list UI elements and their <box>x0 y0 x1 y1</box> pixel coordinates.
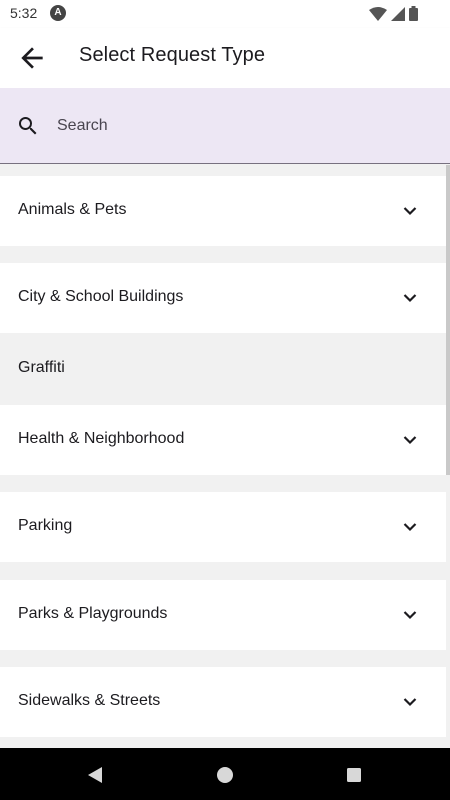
chevron-down-icon[interactable] <box>402 607 418 623</box>
category-list[interactable]: Animals & Pets City & School Buildings G… <box>0 165 450 748</box>
status-icons <box>369 6 418 21</box>
chevron-down-icon[interactable] <box>402 432 418 448</box>
category-item-animals-pets[interactable]: Animals & Pets <box>0 176 446 246</box>
search-input[interactable] <box>57 114 427 138</box>
category-item-parking[interactable]: Parking <box>0 492 446 562</box>
category-item-health-neighborhood[interactable]: Health & Neighborhood <box>0 405 446 475</box>
search-bar <box>0 88 450 164</box>
app-notification-icon: A <box>50 5 66 21</box>
recents-square-icon[interactable] <box>343 764 365 786</box>
category-label: Health & Neighborhood <box>18 430 185 447</box>
category-label: Parks & Playgrounds <box>18 605 168 622</box>
scrollbar[interactable] <box>446 165 450 475</box>
category-label: City & School Buildings <box>18 288 184 305</box>
category-item-city-school-buildings[interactable]: City & School Buildings <box>0 263 446 333</box>
battery-icon <box>409 6 418 21</box>
back-triangle-icon[interactable] <box>84 764 106 786</box>
status-bar: 5:32 A <box>0 0 450 28</box>
back-button[interactable] <box>16 42 48 74</box>
chevron-down-icon[interactable] <box>402 290 418 306</box>
category-label: Parking <box>18 517 73 534</box>
chevron-down-icon[interactable] <box>402 694 418 710</box>
chevron-down-icon[interactable] <box>402 203 418 219</box>
chevron-down-icon[interactable] <box>402 519 418 535</box>
category-label: Graffiti <box>18 359 65 376</box>
arrow-back-icon <box>21 47 43 69</box>
category-label: Sidewalks & Streets <box>18 692 161 709</box>
app-bar: Select Request Type <box>0 28 450 88</box>
status-time: 5:32 <box>10 5 38 21</box>
home-circle-icon[interactable] <box>214 764 236 786</box>
system-nav-bar <box>0 748 450 800</box>
category-item-graffiti[interactable]: Graffiti <box>0 334 446 404</box>
category-item-sidewalks-streets[interactable]: Sidewalks & Streets <box>0 667 446 737</box>
category-item-parks-playgrounds[interactable]: Parks & Playgrounds <box>0 580 446 650</box>
wifi-icon <box>369 6 387 21</box>
page-title: Select Request Type <box>79 44 266 66</box>
category-label: Animals & Pets <box>18 201 127 218</box>
cell-signal-icon <box>391 6 405 21</box>
search-icon <box>19 117 37 135</box>
